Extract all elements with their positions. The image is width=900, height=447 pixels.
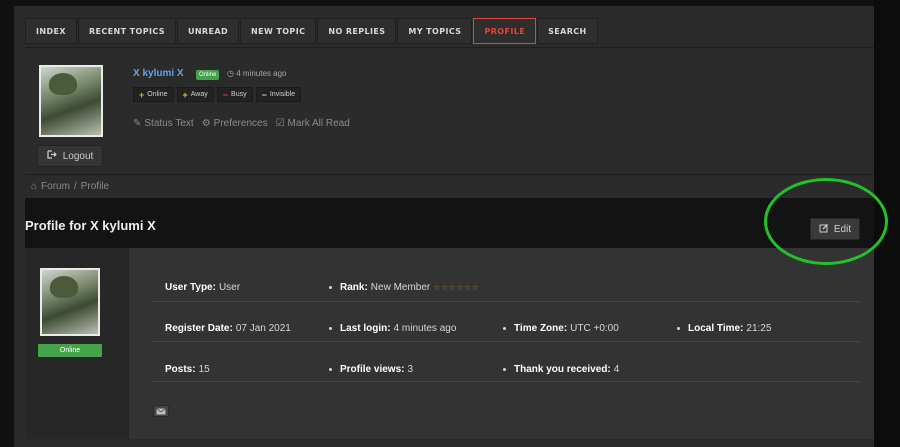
preferences-link[interactable]: ⚙ Preferences [202, 118, 268, 129]
profile-header: Profile for X kylumi X Edit [25, 198, 874, 248]
breadcrumb-forum[interactable]: Forum [41, 181, 70, 192]
bullet [503, 327, 506, 330]
tab-profile[interactable]: PROFILE [473, 18, 537, 44]
profile-row: Posts: 15 Profile views: 3 Thank you rec… [151, 342, 861, 382]
status-text-label: Status Text [144, 118, 194, 129]
tab-recent-topics[interactable]: RECENT TOPICS [77, 18, 176, 44]
tab-search[interactable]: SEARCH [537, 18, 598, 44]
bullet [329, 368, 332, 371]
highlight-annotation [764, 178, 888, 265]
info-register-date: Register Date: 07 Jan 2021 [165, 323, 291, 334]
profile-avatar [40, 268, 100, 336]
status-busy-button[interactable]: − Busy [216, 87, 253, 102]
bullet [677, 327, 680, 330]
tab-my-topics[interactable]: MY TOPICS [397, 18, 473, 44]
info-time-zone: Time Zone: UTC +0:00 [503, 323, 619, 334]
status-away-button[interactable]: + Away [176, 87, 214, 102]
tab-no-replies[interactable]: NO REPLIES [317, 18, 397, 44]
time-ago-text: 4 minutes ago [236, 69, 287, 78]
mark-all-read-link[interactable]: ☑ Mark All Read [276, 118, 350, 129]
envelope-icon [156, 402, 166, 420]
pencil-icon: ✎ [133, 118, 142, 129]
breadcrumb: ⌂ Forum / Profile [31, 181, 109, 192]
avatar[interactable] [39, 65, 103, 137]
profile-row: User Type: User Rank: New Member ☆☆☆☆☆☆ [151, 262, 861, 302]
top-nav: INDEX RECENT TOPICS UNREAD NEW TOPIC NO … [25, 18, 874, 48]
tab-new-topic[interactable]: NEW TOPIC [240, 18, 317, 44]
breadcrumb-profile[interactable]: Profile [81, 181, 109, 192]
info-value: 07 Jan 2021 [235, 323, 291, 334]
info-value: New Member [370, 282, 431, 293]
tab-unread[interactable]: UNREAD [176, 18, 239, 44]
rank-stars-icon: ☆☆☆☆☆☆ [433, 283, 480, 292]
status-text-link[interactable]: ✎ Status Text [133, 118, 194, 129]
preferences-label: Preferences [213, 118, 268, 129]
info-label: Rank: [340, 282, 368, 293]
info-label: Register Date: [165, 323, 233, 334]
info-last-login: Last login: 4 minutes ago [329, 323, 457, 334]
page-title: Profile for X kylumi X [25, 218, 156, 233]
status-online-button[interactable]: + Online [133, 87, 174, 102]
info-rank: Rank: New Member ☆☆☆☆☆☆ [329, 282, 480, 293]
info-label: Last login: [340, 323, 391, 334]
checkbox-icon: ☑ [275, 118, 285, 129]
info-local-time: Local Time: 21:25 [677, 323, 772, 334]
info-label: User Type: [165, 282, 216, 293]
info-value: 21:25 [746, 323, 772, 334]
bullet [329, 286, 332, 289]
minus-icon: − [261, 89, 267, 100]
profile-body: Online User Type: User Rank: New Member … [25, 248, 874, 439]
profile-row: Register Date: 07 Jan 2021 Last login: 4… [151, 302, 861, 342]
bullet [329, 327, 332, 330]
clock-icon: ◷ [227, 69, 234, 78]
info-label: Time Zone: [514, 323, 568, 334]
last-active-time: ◷ 4 minutes ago [227, 69, 286, 78]
info-label: Posts: [165, 364, 196, 375]
status-busy-label: Busy [231, 91, 247, 98]
send-message-button[interactable] [153, 405, 169, 417]
info-user-type: User Type: User [165, 282, 240, 293]
info-profile-views: Profile views: 3 [329, 364, 414, 375]
breadcrumb-separator: / [73, 181, 77, 192]
profile-details: User Type: User Rank: New Member ☆☆☆☆☆☆ … [129, 248, 874, 439]
home-icon: ⌂ [31, 181, 38, 192]
user-links: ✎ Status Text ⚙ Preferences ☑ Mark All R… [133, 118, 350, 129]
plus-icon: + [139, 89, 145, 100]
info-value: User [218, 282, 241, 293]
user-panel: Logout X kylumi X Online ◷ 4 minutes ago… [25, 49, 874, 175]
logout-icon [47, 150, 57, 162]
info-value: 3 [407, 364, 414, 375]
bullet [503, 368, 506, 371]
info-label: Local Time: [688, 323, 744, 334]
info-value: 15 [198, 364, 210, 375]
status-invisible-button[interactable]: − Invisible [255, 87, 302, 102]
info-value: 4 [613, 364, 620, 375]
tab-index[interactable]: INDEX [25, 18, 77, 44]
info-label: Thank you received: [514, 364, 611, 375]
status-invisible-label: Invisible [269, 91, 296, 98]
gear-icon: ⚙ [201, 118, 211, 129]
minus-icon: − [222, 89, 229, 100]
info-thank-you: Thank you received: 4 [503, 364, 620, 375]
plus-icon: + [182, 89, 188, 100]
status-away-label: Away [190, 91, 208, 98]
info-value: 4 minutes ago [393, 323, 457, 334]
logout-button[interactable]: Logout [37, 145, 103, 167]
profile-sidebar: Online [25, 248, 129, 439]
status-online-label: Online [147, 91, 168, 98]
info-label: Profile views: [340, 364, 405, 375]
status-badge: Online [196, 70, 220, 80]
page-frame: INDEX RECENT TOPICS UNREAD NEW TOPIC NO … [14, 6, 874, 447]
online-status-bar: Online [38, 344, 102, 357]
info-value: UTC +0:00 [570, 323, 619, 334]
status-selector: + Online + Away − Busy − Invisible [133, 87, 302, 102]
logout-label: Logout [62, 150, 94, 162]
info-posts: Posts: 15 [165, 364, 210, 375]
username-link[interactable]: X kylumi X [133, 68, 184, 79]
mark-all-read-label: Mark All Read [287, 118, 350, 129]
